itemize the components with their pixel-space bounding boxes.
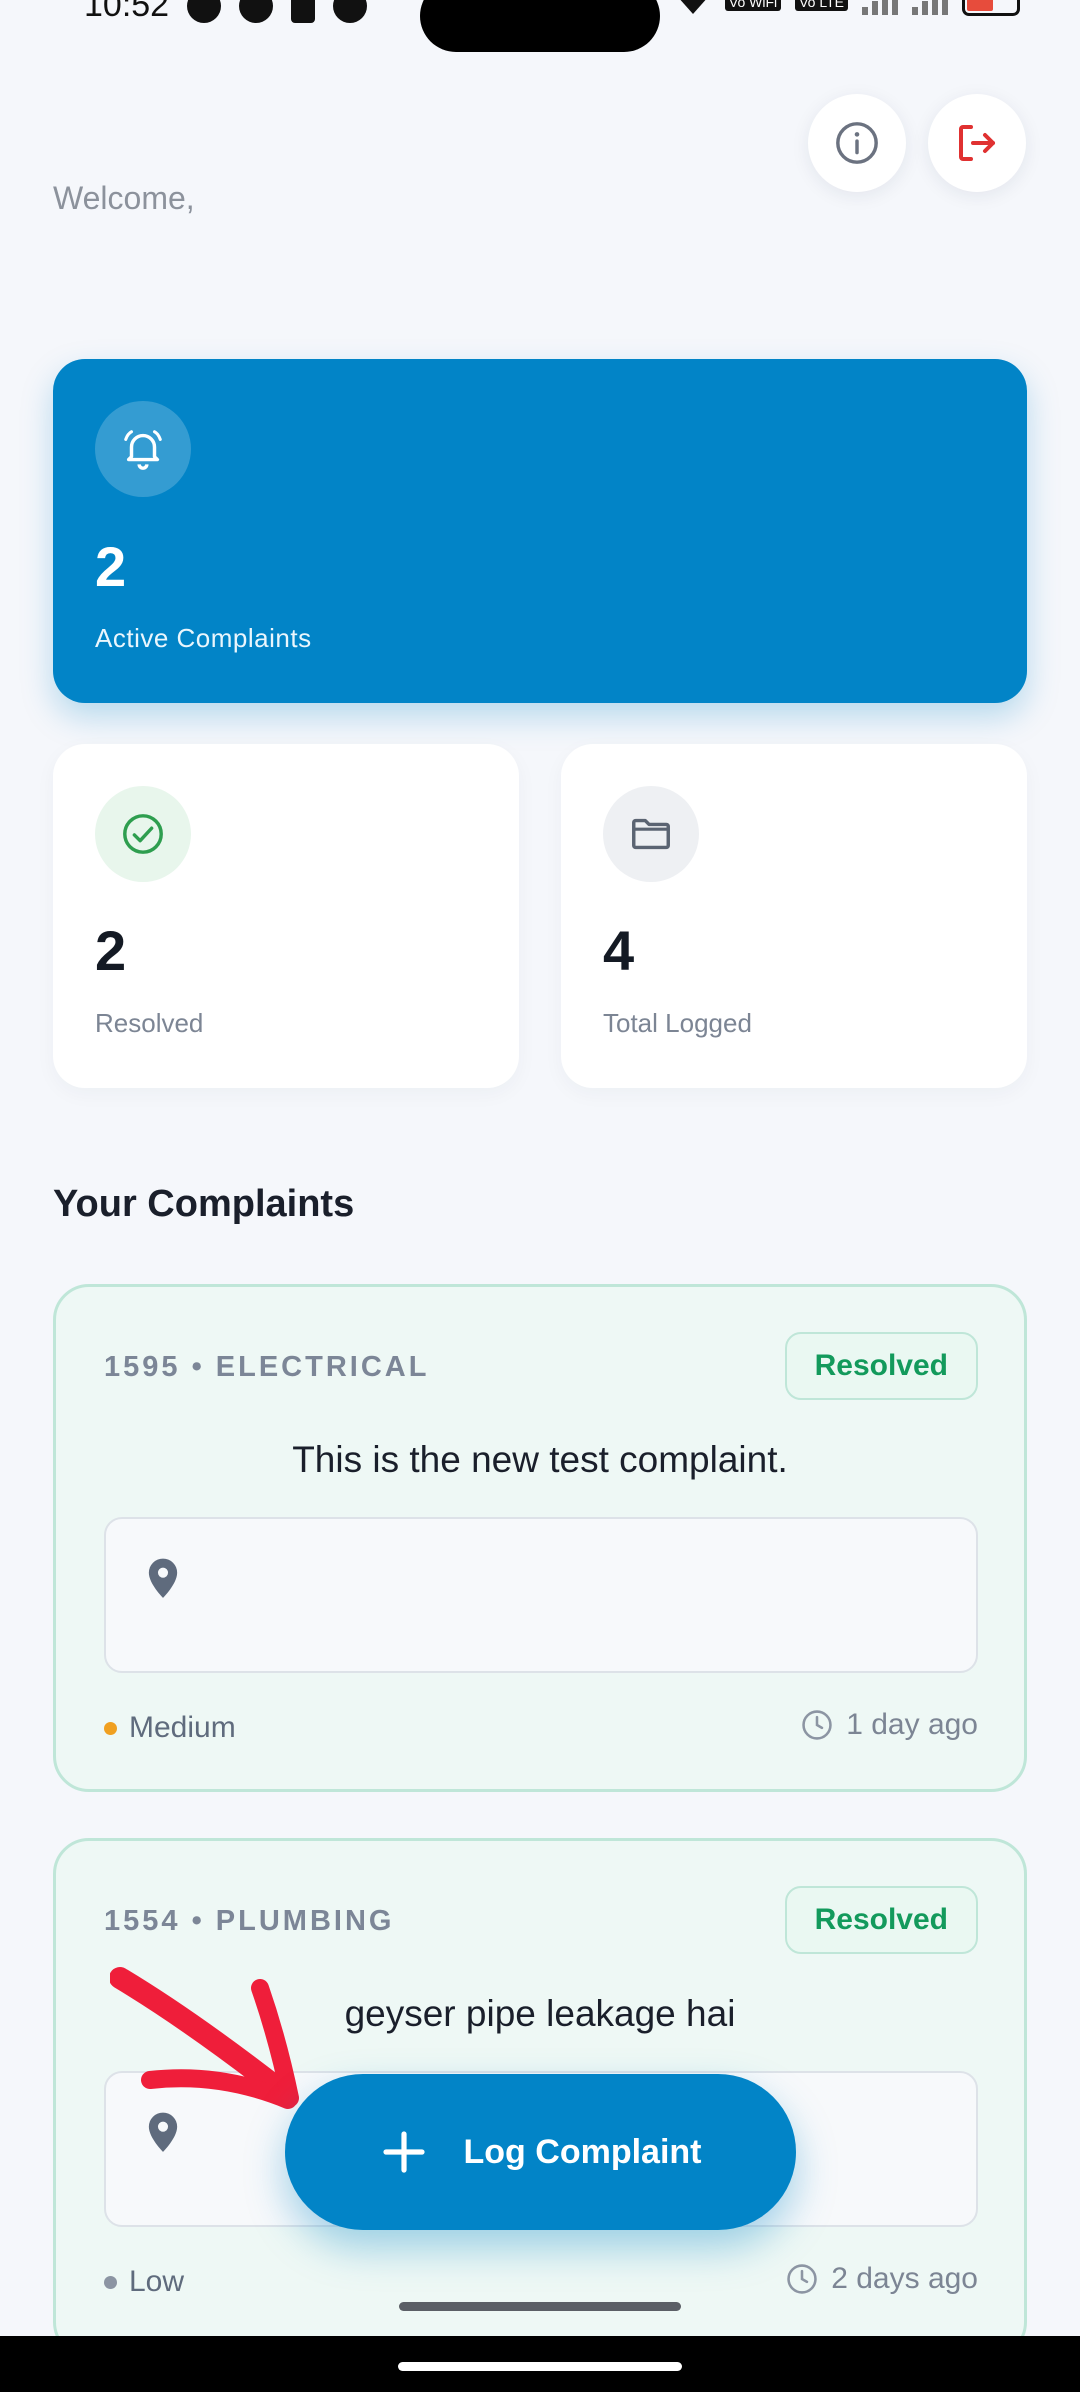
folder-icon: [603, 786, 699, 882]
battery-icon: [962, 0, 1020, 16]
log-complaint-button[interactable]: Log Complaint: [285, 2074, 796, 2230]
fab-label: Log Complaint: [463, 2132, 702, 2171]
time-label: 1 day ago: [846, 1708, 978, 1741]
welcome-text: Welcome,: [53, 180, 195, 216]
volte-wifi-badge: Vo WiFi: [724, 0, 782, 11]
signal-icon: [862, 0, 898, 15]
priority: Low: [104, 2265, 184, 2299]
priority-dot: [104, 2275, 117, 2289]
resolved-card[interactable]: 2 Resolved: [53, 744, 519, 1088]
resolved-label: Resolved: [95, 1008, 204, 1038]
camera-notch: [420, 0, 660, 52]
time-ago: 1 day ago: [800, 1708, 978, 1742]
status-bar: 10:52 Vo WiFi Vo LTE: [0, 0, 1080, 52]
priority-label: Low: [129, 2265, 185, 2298]
resolved-count: 2: [95, 919, 127, 982]
info-button[interactable]: [808, 94, 906, 192]
complaint-card[interactable]: 1595 • ELECTRICAL Resolved This is the n…: [53, 1284, 1027, 1792]
priority: Medium: [104, 1711, 236, 1745]
status-time: 10:52: [84, 0, 170, 24]
app-icon: [239, 0, 274, 23]
time-label: 2 days ago: [831, 2262, 978, 2295]
person-icon: [333, 0, 368, 23]
wifi-icon: [680, 0, 706, 14]
logout-icon: [959, 125, 995, 161]
clock-icon: [802, 1710, 832, 1740]
active-count: 2: [95, 535, 127, 598]
complaint-meta: 1595 • ELECTRICAL: [104, 1351, 430, 1383]
screen: 10:52 Vo WiFi Vo LTE Welcome, 2 Active C…: [0, 0, 1080, 2392]
logout-button[interactable]: [928, 94, 1026, 192]
active-label: Active Complaints: [95, 623, 312, 653]
total-logged-card[interactable]: 4 Total Logged: [561, 744, 1027, 1088]
status-right: Vo WiFi Vo LTE: [675, 0, 1020, 16]
active-complaints-card[interactable]: 2 Active Complaints: [53, 359, 1027, 703]
check-circle-icon: [95, 786, 191, 882]
clock-icon: [787, 2264, 817, 2294]
walking-icon: [291, 0, 316, 23]
status-badge: Resolved: [784, 1332, 978, 1400]
complaint-meta: 1554 • PLUMBING: [104, 1905, 395, 1937]
priority-dot: [104, 1721, 117, 1735]
info-icon: [836, 122, 878, 164]
total-count: 4: [603, 919, 635, 982]
bell-icon: [95, 401, 191, 497]
time-ago: 2 days ago: [785, 2262, 978, 2296]
status-badge: Resolved: [784, 1886, 978, 1954]
status-left: 10:52: [84, 0, 368, 25]
signal-icon-2: [912, 0, 948, 15]
location-pin-icon: [148, 1558, 178, 1598]
scroll-indicator: [399, 2302, 681, 2311]
section-title: Your Complaints: [53, 1183, 355, 1225]
location-box: [104, 1517, 978, 1673]
home-gesture-bar[interactable]: [398, 2362, 682, 2371]
complaint-title: This is the new test complaint.: [292, 1439, 788, 1480]
total-label: Total Logged: [603, 1008, 752, 1038]
whatsapp-icon: [187, 0, 222, 23]
red-arrow-annotation: [110, 1967, 299, 2109]
volte-lte-badge: Vo LTE: [795, 0, 848, 11]
priority-label: Medium: [129, 1711, 236, 1744]
plus-icon: [382, 2131, 425, 2173]
